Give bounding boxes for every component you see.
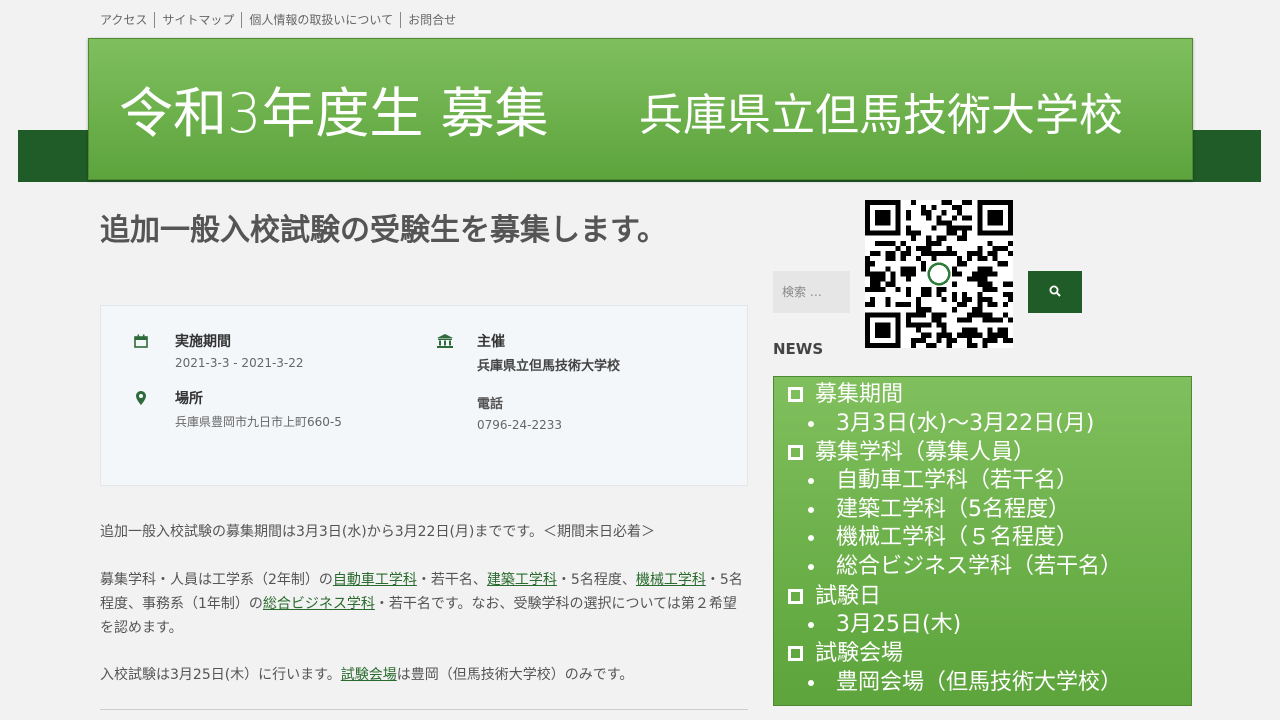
nav-link-access[interactable]: アクセス bbox=[100, 12, 154, 28]
summary-item-text: 3月25日(木) bbox=[836, 612, 962, 637]
summary-item-text: 建築工学科（5名程度） bbox=[836, 497, 1070, 522]
square-bullet-icon bbox=[788, 387, 803, 402]
banner-school-name: 兵庫県立但馬技術大学校 bbox=[639, 90, 1123, 141]
summary-heading-text: 試験会場 bbox=[815, 641, 904, 666]
organizer-value: 兵庫県立但馬技術大学校 bbox=[477, 359, 621, 374]
bullet-dot-icon bbox=[808, 622, 814, 628]
search-button[interactable] bbox=[1028, 271, 1082, 313]
summary-heading-venue: 試験会場 bbox=[788, 640, 903, 668]
body-paragraph-period: 追加一般入校試験の募集期間は3月3日(水)から3月22日(月)までです。＜期間末… bbox=[100, 524, 655, 540]
link-mechanical[interactable]: 機械工学科 bbox=[636, 572, 706, 588]
map-pin-icon bbox=[136, 390, 152, 406]
square-bullet-icon bbox=[788, 589, 803, 604]
recruitment-summary-box: 募集期間 3月3日(水)～3月22日(月) 募集学科（募集人員） 自動車工学科（… bbox=[773, 376, 1192, 706]
summary-item: 建築工学科（5名程度） bbox=[808, 496, 1070, 524]
summary-item: 3月25日(木) bbox=[808, 611, 962, 639]
summary-item: 機械工学科（５名程度） bbox=[808, 524, 1079, 552]
period-label: 実施期間 bbox=[175, 334, 231, 350]
nav-link-contact[interactable]: お問合せ bbox=[400, 12, 463, 28]
period-value: 2021-3-3 - 2021-3-22 bbox=[175, 356, 304, 370]
phone-label: 電話 bbox=[477, 397, 504, 412]
bullet-dot-icon bbox=[808, 535, 814, 541]
bullet-dot-icon bbox=[808, 478, 814, 484]
header-banner[interactable]: 令和3年度生 募集 兵庫県立但馬技術大学校 bbox=[88, 38, 1193, 180]
summary-heading-departments: 募集学科（募集人員） bbox=[788, 439, 1035, 467]
top-navigation: アクセス サイトマップ 個人情報の取扱いについて お問合せ bbox=[100, 12, 463, 28]
summary-item: 自動車工学科（若干名） bbox=[808, 467, 1079, 495]
text-segment: ・若干名、 bbox=[416, 572, 487, 588]
text-segment: 入校試験は3月25日(木）に行います。 bbox=[100, 667, 341, 683]
summary-item-text: 自動車工学科（若干名） bbox=[836, 468, 1079, 493]
institution-icon bbox=[437, 333, 453, 349]
summary-item: 3月3日(水)～3月22日(月) bbox=[808, 410, 1095, 438]
body-paragraph-departments: 募集学科・人員は工学系（2年制）の自動車工学科・若干名、建築工学科・5名程度、機… bbox=[100, 568, 745, 640]
square-bullet-icon bbox=[788, 445, 803, 460]
link-exam-venue[interactable]: 試験会場 bbox=[341, 667, 397, 683]
bullet-dot-icon bbox=[808, 564, 814, 570]
summary-item: 豊岡会場（但馬技術大学校） bbox=[808, 669, 1123, 697]
nav-link-privacy[interactable]: 個人情報の取扱いについて bbox=[241, 12, 400, 28]
text-segment: 募集学科・人員は工学系（2年制）の bbox=[100, 572, 333, 588]
content-divider bbox=[100, 709, 748, 710]
news-heading: NEWS bbox=[773, 340, 824, 358]
phone-value: 0796-24-2233 bbox=[477, 418, 563, 432]
link-business[interactable]: 総合ビジネス学科 bbox=[263, 596, 375, 612]
bullet-dot-icon bbox=[808, 421, 814, 427]
bullet-dot-icon bbox=[808, 507, 814, 513]
summary-item-text: 豊岡会場（但馬技術大学校） bbox=[836, 670, 1123, 695]
banner-title: 令和3年度生 募集 bbox=[119, 82, 549, 145]
place-label: 場所 bbox=[175, 391, 203, 407]
summary-heading-text: 募集学科（募集人員） bbox=[815, 440, 1036, 465]
summary-item-text: 3月3日(水)～3月22日(月) bbox=[836, 411, 1095, 436]
calendar-icon bbox=[134, 333, 150, 349]
nav-link-sitemap[interactable]: サイトマップ bbox=[154, 12, 241, 28]
summary-item-text: 総合ビジネス学科（若干名） bbox=[836, 554, 1123, 579]
link-architecture[interactable]: 建築工学科 bbox=[487, 572, 557, 588]
link-automotive[interactable]: 自動車工学科 bbox=[333, 572, 417, 588]
qr-code bbox=[865, 200, 1013, 348]
text-segment: は豊岡（但馬技術大学校）のみです。 bbox=[396, 667, 634, 683]
summary-item: 総合ビジネス学科（若干名） bbox=[808, 553, 1123, 581]
square-bullet-icon bbox=[788, 646, 803, 661]
event-info-box: 実施期間 2021-3-3 - 2021-3-22 場所 兵庫県豊岡市九日市上町… bbox=[100, 305, 748, 486]
text-segment: ・5名程度、 bbox=[556, 572, 636, 588]
summary-heading-text: 募集期間 bbox=[815, 382, 904, 407]
summary-heading-text: 試験日 bbox=[815, 584, 882, 609]
search-input[interactable] bbox=[773, 271, 850, 313]
summary-item-text: 機械工学科（５名程度） bbox=[836, 525, 1079, 550]
summary-heading-exam-date: 試験日 bbox=[788, 583, 881, 611]
body-paragraph-exam: 入校試験は3月25日(木）に行います。試験会場は豊岡（但馬技術大学校）のみです。 bbox=[100, 663, 745, 687]
organizer-label: 主催 bbox=[477, 334, 505, 350]
summary-heading-period: 募集期間 bbox=[788, 381, 903, 409]
place-value: 兵庫県豊岡市九日市上町660-5 bbox=[175, 415, 342, 429]
page-title: 追加一般入校試験の受験生を募集します。 bbox=[100, 213, 667, 248]
bullet-dot-icon bbox=[808, 680, 814, 686]
search-icon bbox=[1049, 285, 1061, 300]
